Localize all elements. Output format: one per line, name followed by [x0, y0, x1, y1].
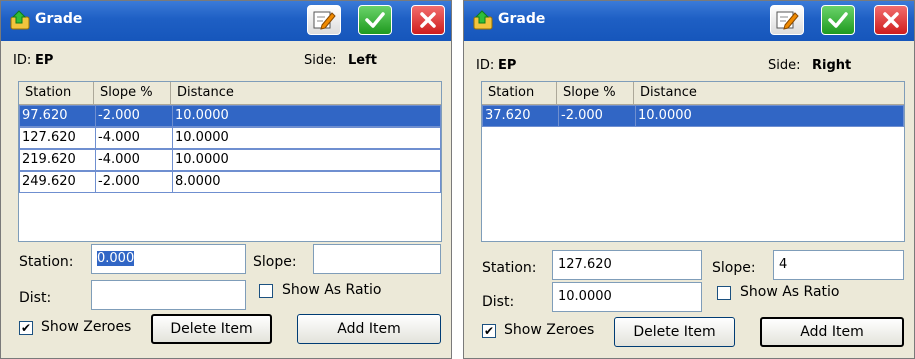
cell-station: 127.620	[22, 130, 76, 145]
column-header-station[interactable]: Station	[19, 82, 94, 105]
cell-slope: -2.000	[95, 172, 172, 192]
show-as-ratio-checkbox[interactable]	[259, 284, 273, 298]
show-as-ratio-label: Show As Ratio	[282, 282, 382, 298]
cell-slope: -4.000	[95, 128, 172, 148]
table-header: Station Slope % Distance	[482, 82, 904, 105]
dist-input[interactable]	[91, 280, 246, 310]
table-row[interactable]: 127.620 -4.000 10.0000	[19, 127, 441, 149]
grade-dialog-left: Grade ID: EP Side: Left Station Slope % …	[0, 0, 452, 359]
cell-slope: -2.000	[95, 106, 172, 126]
slope-label: Slope:	[253, 254, 297, 270]
ok-button[interactable]	[821, 5, 855, 35]
show-zeroes-checkbox[interactable]: ✔	[482, 324, 496, 338]
grade-dialog-right: Grade ID: EP Side: Right Station Slope %…	[463, 0, 915, 359]
station-label: Station:	[482, 260, 537, 276]
id-label: ID:	[13, 53, 32, 68]
cell-station: 97.620	[22, 108, 68, 123]
cell-distance: 10.0000	[172, 150, 442, 170]
dialog-title: Grade	[35, 11, 83, 27]
table-row[interactable]: 37.620 -2.000 10.0000	[482, 105, 904, 127]
slope-input[interactable]: 4	[773, 250, 904, 280]
edit-icon	[313, 11, 336, 30]
column-header-distance[interactable]: Distance	[634, 82, 906, 105]
cell-distance: 8.0000	[172, 172, 442, 192]
delete-item-button[interactable]: Delete Item	[151, 314, 272, 344]
cell-slope: -4.000	[95, 150, 172, 170]
close-icon	[883, 12, 899, 28]
edit-button[interactable]	[770, 5, 804, 35]
slope-input[interactable]	[313, 244, 441, 274]
side-label: Side:	[304, 53, 337, 68]
cell-distance: 10.0000	[172, 128, 442, 148]
dist-label: Dist:	[19, 290, 52, 306]
cell-distance: 10.0000	[172, 106, 442, 126]
checkmark-icon	[365, 12, 385, 28]
show-zeroes-checkbox[interactable]: ✔	[19, 321, 33, 335]
id-label: ID:	[476, 58, 495, 73]
cell-station: 249.620	[22, 174, 76, 189]
show-as-ratio-checkbox[interactable]	[717, 286, 731, 300]
grade-table[interactable]: Station Slope % Distance 37.620 -2.000 1…	[481, 81, 905, 242]
delete-item-button[interactable]: Delete Item	[614, 317, 735, 347]
id-value: EP	[35, 53, 54, 68]
table-row[interactable]: 219.620 -4.000 10.0000	[19, 149, 441, 171]
cancel-button[interactable]	[411, 5, 445, 35]
close-icon	[420, 12, 436, 28]
show-zeroes-label: Show Zeroes	[41, 319, 132, 335]
cell-slope: -2.000	[558, 106, 635, 126]
title-bar[interactable]: Grade	[464, 1, 914, 41]
station-label: Station:	[19, 254, 74, 270]
column-header-station[interactable]: Station	[482, 82, 557, 105]
edit-button[interactable]	[307, 5, 341, 35]
dist-label: Dist:	[482, 294, 515, 310]
column-header-slope[interactable]: Slope %	[94, 82, 171, 105]
table-header: Station Slope % Distance	[19, 82, 441, 105]
station-input-value: 0.000	[97, 251, 135, 266]
id-value: EP	[498, 58, 517, 73]
side-value: Right	[812, 58, 852, 73]
cell-station: 219.620	[22, 152, 76, 167]
edit-icon	[776, 11, 799, 30]
checkmark-icon	[828, 12, 848, 28]
title-bar[interactable]: Grade	[1, 1, 451, 41]
table-row[interactable]: 249.620 -2.000 8.0000	[19, 171, 441, 193]
slope-label: Slope:	[712, 260, 756, 276]
folder-up-arrow-icon	[473, 10, 493, 30]
grade-table[interactable]: Station Slope % Distance 97.620 -2.000 1…	[18, 81, 442, 242]
add-item-button[interactable]: Add Item	[760, 317, 904, 347]
table-row[interactable]: 97.620 -2.000 10.0000	[19, 105, 441, 127]
side-value: Left	[348, 53, 377, 68]
checkmark-icon: ✔	[20, 321, 32, 335]
cancel-button[interactable]	[874, 5, 908, 35]
column-header-distance[interactable]: Distance	[171, 82, 443, 105]
side-label: Side:	[768, 58, 801, 73]
dialog-title: Grade	[498, 11, 546, 27]
dist-input[interactable]: 10.0000	[552, 282, 702, 312]
station-input[interactable]: 0.000	[91, 244, 246, 274]
ok-button[interactable]	[358, 5, 392, 35]
show-zeroes-label: Show Zeroes	[504, 322, 595, 338]
cell-station: 37.620	[485, 108, 531, 123]
checkmark-icon: ✔	[483, 324, 495, 338]
station-input[interactable]: 127.620	[552, 250, 702, 280]
cell-distance: 10.0000	[635, 106, 905, 126]
folder-up-arrow-icon	[10, 10, 30, 30]
column-header-slope[interactable]: Slope %	[557, 82, 634, 105]
add-item-button[interactable]: Add Item	[297, 314, 441, 344]
show-as-ratio-label: Show As Ratio	[740, 284, 840, 300]
